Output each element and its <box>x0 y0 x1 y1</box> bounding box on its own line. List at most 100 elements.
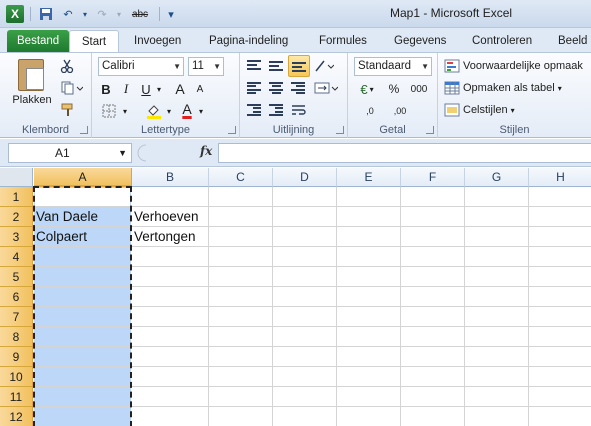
align-center-icon[interactable] <box>266 79 286 97</box>
font-color-dropdown-icon[interactable]: ▾ <box>196 102 206 120</box>
cell-d10[interactable] <box>273 367 337 387</box>
percent-button[interactable]: % <box>386 80 402 98</box>
italic-button[interactable]: I <box>118 80 134 98</box>
orientation-icon[interactable] <box>312 57 336 75</box>
alignment-launcher-icon[interactable] <box>336 126 344 134</box>
cell-c6[interactable] <box>209 287 273 307</box>
excel-logo-icon[interactable]: X <box>6 5 24 23</box>
column-header-c[interactable]: C <box>209 168 273 187</box>
format-painter-icon[interactable] <box>58 102 78 118</box>
font-size-select[interactable]: 11 ▼ <box>188 57 224 76</box>
cell-d8[interactable] <box>273 327 337 347</box>
number-launcher-icon[interactable] <box>426 126 434 134</box>
cell-h4[interactable] <box>529 247 591 267</box>
tab-pagina-indeling[interactable]: Pagina-indeling <box>201 30 296 52</box>
cell-e9[interactable] <box>337 347 401 367</box>
increase-decimal-button[interactable]: ,0 <box>356 102 384 120</box>
cell-f1[interactable] <box>401 187 465 207</box>
cell-h1[interactable] <box>529 187 591 207</box>
borders-icon[interactable] <box>98 102 120 120</box>
cell-h7[interactable] <box>529 307 591 327</box>
cell-g3[interactable] <box>465 227 529 247</box>
column-header-f[interactable]: F <box>401 168 465 187</box>
cell-b11[interactable] <box>132 387 209 407</box>
bold-button[interactable]: B <box>98 80 114 98</box>
paste-icon[interactable] <box>18 59 44 91</box>
paste-button[interactable]: Plakken <box>8 93 56 107</box>
cell-b1[interactable] <box>132 187 209 207</box>
wrap-text-icon[interactable] <box>288 101 310 119</box>
cell-f2[interactable] <box>401 207 465 227</box>
worksheet-grid[interactable]: A B C D E F G H 1 2 Van Daele Verhoeven 3 Colpaert Ver… <box>0 168 591 426</box>
row-header-1[interactable]: 1 <box>0 187 33 207</box>
redo-dropdown-icon[interactable]: ▾ <box>115 5 123 23</box>
fill-color-dropdown-icon[interactable]: ▾ <box>164 102 174 120</box>
merge-center-icon[interactable] <box>312 79 340 97</box>
select-all-corner[interactable] <box>0 168 33 187</box>
formula-input[interactable] <box>218 143 591 163</box>
increase-indent-icon[interactable] <box>266 101 286 119</box>
row-header-4[interactable]: 4 <box>0 247 33 267</box>
cell-g6[interactable] <box>465 287 529 307</box>
cell-g4[interactable] <box>465 247 529 267</box>
cell-b3[interactable]: Vertongen <box>132 227 209 247</box>
cell-g5[interactable] <box>465 267 529 287</box>
undo-icon[interactable]: ↶ <box>59 5 77 23</box>
cell-g9[interactable] <box>465 347 529 367</box>
column-header-a[interactable]: A <box>34 168 132 187</box>
cell-c4[interactable] <box>209 247 273 267</box>
cell-g10[interactable] <box>465 367 529 387</box>
cell-b8[interactable] <box>132 327 209 347</box>
cell-d9[interactable] <box>273 347 337 367</box>
cell-e7[interactable] <box>337 307 401 327</box>
cell-h9[interactable] <box>529 347 591 367</box>
cell-f6[interactable] <box>401 287 465 307</box>
cell-d3[interactable] <box>273 227 337 247</box>
cell-c1[interactable] <box>209 187 273 207</box>
align-middle-icon[interactable] <box>266 57 286 75</box>
cell-g7[interactable] <box>465 307 529 327</box>
column-header-b[interactable]: B <box>132 168 209 187</box>
cell-f7[interactable] <box>401 307 465 327</box>
cell-h5[interactable] <box>529 267 591 287</box>
underline-dropdown-icon[interactable]: ▾ <box>154 80 164 98</box>
thousands-separator-button[interactable]: 000 <box>406 80 432 98</box>
cell-e5[interactable] <box>337 267 401 287</box>
cell-h3[interactable] <box>529 227 591 247</box>
cell-c8[interactable] <box>209 327 273 347</box>
tab-bestand[interactable]: Bestand <box>7 30 70 52</box>
cell-e2[interactable] <box>337 207 401 227</box>
tab-invoegen[interactable]: Invoegen <box>126 30 189 52</box>
align-left-icon[interactable] <box>244 79 264 97</box>
cell-b12[interactable] <box>132 407 209 426</box>
cell-g2[interactable] <box>465 207 529 227</box>
cell-c12[interactable] <box>209 407 273 426</box>
cell-c5[interactable] <box>209 267 273 287</box>
shrink-font-button[interactable]: A <box>192 80 208 98</box>
cell-h2[interactable] <box>529 207 591 227</box>
borders-dropdown-icon[interactable]: ▾ <box>120 102 130 120</box>
cell-h11[interactable] <box>529 387 591 407</box>
cell-e6[interactable] <box>337 287 401 307</box>
cell-b6[interactable] <box>132 287 209 307</box>
cell-e1[interactable] <box>337 187 401 207</box>
cell-c3[interactable] <box>209 227 273 247</box>
row-header-11[interactable]: 11 <box>0 387 33 407</box>
cell-g8[interactable] <box>465 327 529 347</box>
cut-icon[interactable] <box>58 58 76 74</box>
cell-h12[interactable] <box>529 407 591 426</box>
cell-h8[interactable] <box>529 327 591 347</box>
format-as-table-button[interactable]: Opmaken als tabel ▾ <box>444 79 562 97</box>
font-launcher-icon[interactable] <box>228 126 236 134</box>
cell-d5[interactable] <box>273 267 337 287</box>
copy-icon[interactable] <box>58 80 86 96</box>
cell-e4[interactable] <box>337 247 401 267</box>
decrease-indent-icon[interactable] <box>244 101 264 119</box>
cell-f5[interactable] <box>401 267 465 287</box>
insert-function-button[interactable]: fx <box>200 144 212 158</box>
cell-b4[interactable] <box>132 247 209 267</box>
fill-color-icon[interactable] <box>144 102 164 120</box>
cell-e10[interactable] <box>337 367 401 387</box>
cell-b7[interactable] <box>132 307 209 327</box>
redo-icon[interactable]: ↷ <box>93 5 111 23</box>
